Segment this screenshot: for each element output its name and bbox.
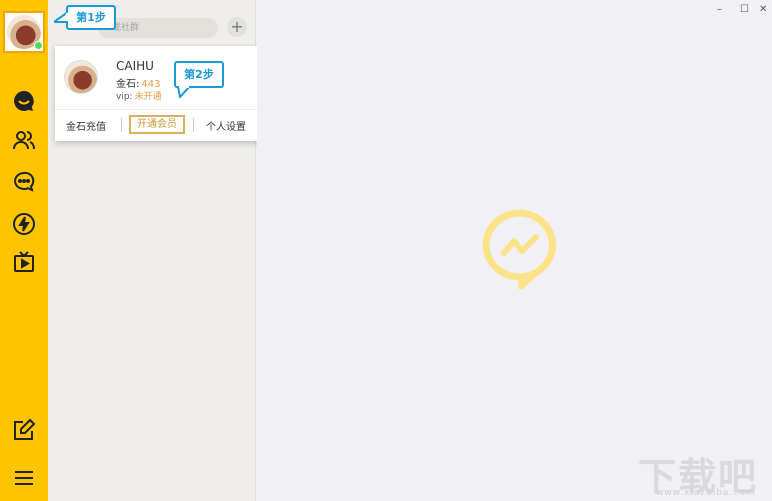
vip-value: 未开通 (134, 92, 162, 102)
online-status-dot (34, 41, 43, 50)
edit-icon[interactable] (12, 418, 36, 442)
close-button[interactable]: ✕ (759, 4, 767, 15)
settings-button[interactable]: 个人设置 (206, 118, 246, 133)
popup-avatar (64, 60, 98, 94)
gold-balance: 金石: 443 (116, 75, 160, 90)
step2-callout: 第2步 (174, 61, 224, 88)
search-input[interactable]: 或社群 (98, 18, 218, 38)
lightning-icon[interactable] (12, 212, 36, 236)
minimize-button[interactable]: – (717, 4, 722, 15)
maximize-button[interactable]: ☐ (740, 4, 749, 15)
recharge-button[interactable]: 金石充值 (66, 118, 106, 133)
popup-divider (55, 109, 260, 110)
step2-callout-tail (176, 86, 192, 98)
open-vip-button[interactable]: 开通会员 (129, 115, 185, 134)
menu-icon[interactable] (12, 466, 36, 490)
vip-label: vip: (116, 92, 133, 102)
chat-bubble-icon[interactable] (12, 89, 36, 113)
watermark: 下载吧 www.xiazaiba.com (638, 446, 772, 501)
user-profile-popup: CAIHU 金石: 443 vip: 未开通 金石充值 开通会员 个人设置 (55, 46, 260, 141)
action-separator (121, 118, 122, 132)
chat-area: – ☐ ✕ (257, 0, 772, 501)
user-avatar-button[interactable] (3, 11, 45, 53)
messages-icon[interactable] (12, 170, 36, 194)
step1-callout: 第1步 (66, 5, 116, 30)
app-logo-icon (482, 209, 556, 289)
vip-status: vip: 未开通 (116, 89, 162, 102)
step1-callout-tail (54, 10, 68, 23)
left-sidebar (0, 0, 48, 501)
username: CAIHU (116, 59, 154, 73)
watermark-url: www.xiazaiba.com (656, 488, 756, 498)
contacts-icon[interactable] (12, 128, 36, 152)
action-separator (193, 118, 194, 132)
add-button[interactable]: + (227, 17, 247, 37)
tv-icon[interactable] (12, 250, 36, 274)
